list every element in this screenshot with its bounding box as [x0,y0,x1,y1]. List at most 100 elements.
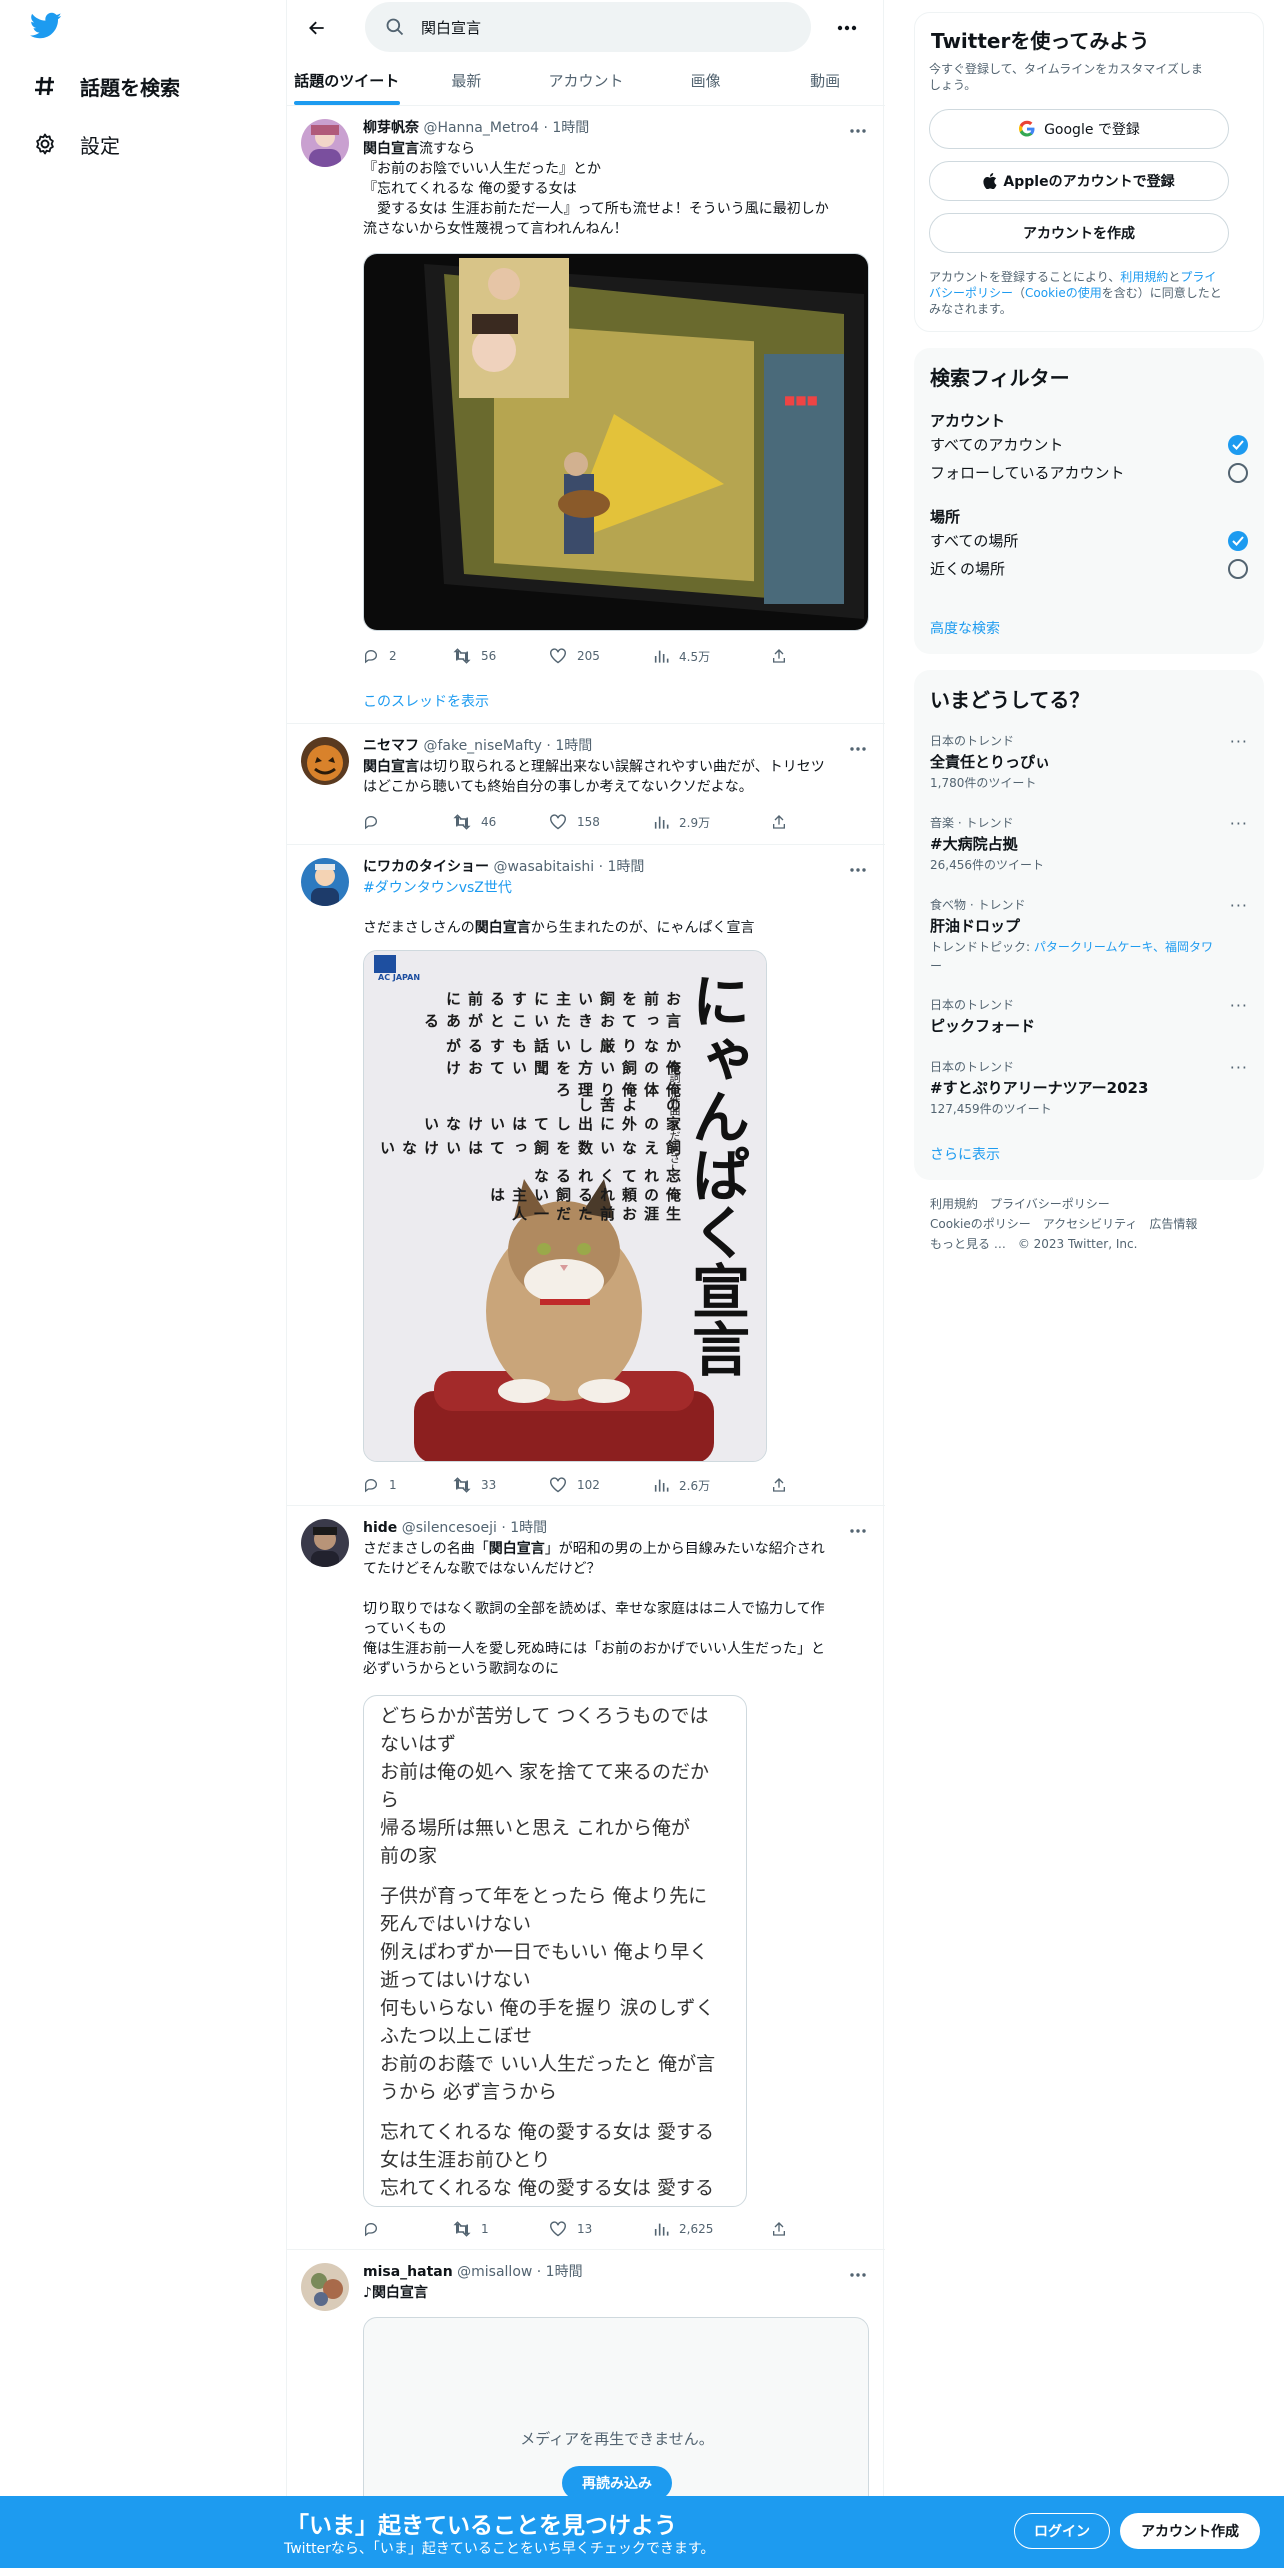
share-icon[interactable] [771,645,797,667]
like-button[interactable]: 205 [549,645,600,667]
like-button[interactable]: 102 [549,1474,600,1496]
trend-item[interactable]: 食べ物 · トレンド 肝油ドロップ トレンドトピック: パタークリームケーキ、福… [930,896,1248,974]
author-name[interactable]: 柳芽帆奈 [363,120,419,136]
reply-button[interactable] [363,2218,389,2240]
author-name[interactable]: ニセマフ [363,738,419,754]
tweet-text: さだまさしの名曲「関白宣言」が昭和の男の上から目線みたいな紹介され てたけどそんな… [363,1539,871,1679]
avatar[interactable] [301,1519,349,1567]
login-button[interactable]: ログイン [1014,2513,1110,2549]
more-options-icon[interactable] [833,14,861,42]
nav-settings[interactable]: 設定 [32,124,120,164]
filter-near[interactable]: 近くの場所 [930,558,1248,579]
like-button[interactable]: 13 [549,2218,592,2240]
back-arrow-icon[interactable] [301,12,333,44]
create-account-button[interactable]: アカウントを作成 [929,213,1229,253]
tab-images[interactable]: 画像 [646,56,766,105]
tab-top[interactable]: 話題のツイート [287,56,407,105]
tweet-photo[interactable]: ■■■ [363,253,869,631]
retweet-button[interactable]: 56 [453,645,496,667]
trend-item[interactable]: 日本のトレンド 全責任とりっぴぃ 1,780件のツイート ··· [930,732,1248,791]
filter-all-accounts[interactable]: すべてのアカウント [930,434,1248,455]
show-more-link[interactable]: さらに表示 [930,1144,1000,1164]
privacy-link[interactable]: プライ [1180,270,1216,284]
more-icon[interactable]: ··· [1230,896,1248,915]
retweet-button[interactable]: 1 [453,2218,489,2240]
share-icon[interactable] [771,2218,797,2240]
lyrics-line: 死んではいけない [380,1913,532,1935]
share-icon[interactable] [771,1474,797,1496]
filter-option-label: フォローしているアカウント [930,464,1125,482]
cookie-link[interactable]: Cookieの使用 [1025,286,1102,300]
filter-all-places[interactable]: すべての場所 [930,530,1248,551]
avatar[interactable] [301,737,349,785]
tab-accounts[interactable]: アカウント [526,56,646,105]
views-button[interactable]: 2.9万 [653,811,710,833]
trend-item[interactable]: 音楽 · トレンド #大病院占拠 26,456件のツイート ··· [930,814,1248,873]
tweet[interactable]: 柳芽帆奈 @Hanna_Metro4 · 1時間 関白宣言流すなら 『お前のお陰で… [287,107,885,724]
filter-following[interactable]: フォローしているアカウント [930,462,1248,483]
reply-button[interactable]: 2 [363,645,397,667]
more-icon[interactable]: ··· [1230,732,1248,751]
avatar[interactable] [301,119,349,167]
lyrics-image[interactable]: どちらかが苦労して つくろうものでは ないはず お前は俺の処へ 家を捨てて来るの… [363,1695,747,2207]
retweet-button[interactable]: 46 [453,811,496,833]
views-button[interactable]: 4.5万 [653,645,710,667]
more-icon[interactable] [849,119,871,137]
tab-videos[interactable]: 動画 [765,56,885,105]
trend-topic-links[interactable]: ー [930,957,1248,974]
avatar[interactable] [301,858,349,906]
author-handle[interactable]: @misallow · 1時間 [457,2264,582,2280]
tweet-line: っていくもの [363,1621,447,1637]
google-signup-button[interactable]: Google で登録 [929,109,1229,149]
search-input[interactable]: 関白宣言 [365,2,811,52]
author-name[interactable]: にワカのタイショー [363,859,489,875]
more-icon[interactable]: ··· [1230,996,1248,1015]
twitter-logo-icon[interactable] [29,12,66,48]
reply-button[interactable]: 1 [363,1474,397,1496]
views-button[interactable]: 2.6万 [653,1474,710,1496]
advanced-search-link[interactable]: 高度な検索 [930,618,1000,638]
more-icon[interactable]: ··· [1230,814,1248,833]
trend-item[interactable]: 日本のトレンド ピックフォード ··· [930,996,1248,1036]
privacy-link[interactable]: バシーポリシー [929,286,1013,300]
more-icon[interactable] [849,2263,871,2281]
like-count: 205 [577,649,600,663]
author-handle[interactable]: @wasabitaishi · 1時間 [493,859,644,875]
trend-item[interactable]: 日本のトレンド #すとぷりアリーナツアー2023 127,459件のツイート ·… [930,1058,1248,1117]
more-icon[interactable] [849,737,871,755]
lyrics-line: うから 必ず言うから [380,2081,558,2103]
views-button[interactable]: 2,625 [653,2218,713,2240]
reload-button[interactable]: 再読み込み [562,2466,672,2500]
author-name[interactable]: misa_hatan [363,2264,453,2280]
nyanpaku-poster[interactable]: AC JAPAN にゃんぱく宣言 作詞・作曲 さだまさし お前を飼い主にする前に… [363,950,767,1462]
share-icon[interactable] [771,811,797,833]
footer-line[interactable]: 利用規約 プライバシーポリシー [930,1194,1250,1214]
more-icon[interactable] [849,858,871,876]
tab-latest[interactable]: 最新 [407,56,527,105]
show-thread-link[interactable]: このスレッドを表示 [363,691,489,711]
tweet-line: 流すなら [419,141,475,157]
terms-link[interactable]: 利用規約 [1120,270,1168,284]
hashtag-link[interactable]: #ダウンタウンvsZ世代 [363,878,871,898]
retweet-button[interactable]: 33 [453,1474,496,1496]
apple-signup-button[interactable]: Appleのアカウントで登録 [929,161,1229,201]
author-handle[interactable]: @Hanna_Metro4 · 1時間 [423,120,589,136]
like-button[interactable]: 158 [549,811,600,833]
footer-line[interactable]: Cookieのポリシー アクセシビリティ 広告情報 [930,1214,1250,1234]
tweet[interactable]: にワカのタイショー @wasabitaishi · 1時間 #ダウンタウンvsZ… [287,846,885,1506]
author-handle[interactable]: @silencesoeji · 1時間 [402,1520,547,1536]
signup-button[interactable]: アカウント作成 [1120,2513,1260,2549]
tweet[interactable]: ニセマフ @fake_niseMafty · 1時間 関白宣言は切り取られると理… [287,725,885,845]
author-name[interactable]: hide [363,1520,397,1536]
tweet-text: #ダウンタウンvsZ世代 さだまさしさんの関白宣言から生まれたのが、にゃんぱく宣言 [363,878,871,938]
tweet[interactable]: hide @silencesoeji · 1時間 さだまさしの名曲「関白宣言」が… [287,1507,885,2250]
footer-line[interactable]: もっと見る … © 2023 Twitter, Inc. [930,1234,1250,1254]
avatar[interactable] [301,2263,349,2311]
more-icon[interactable] [849,1519,871,1537]
nav-explore[interactable]: 話題を検索 [32,66,180,106]
retweet-count: 1 [481,2222,489,2236]
more-icon[interactable]: ··· [1230,1058,1248,1077]
reply-button[interactable] [363,811,389,833]
trend-topic-links[interactable]: パタークリームケーキ、福岡タワ [1034,940,1213,954]
author-handle[interactable]: @fake_niseMafty · 1時間 [423,738,592,754]
